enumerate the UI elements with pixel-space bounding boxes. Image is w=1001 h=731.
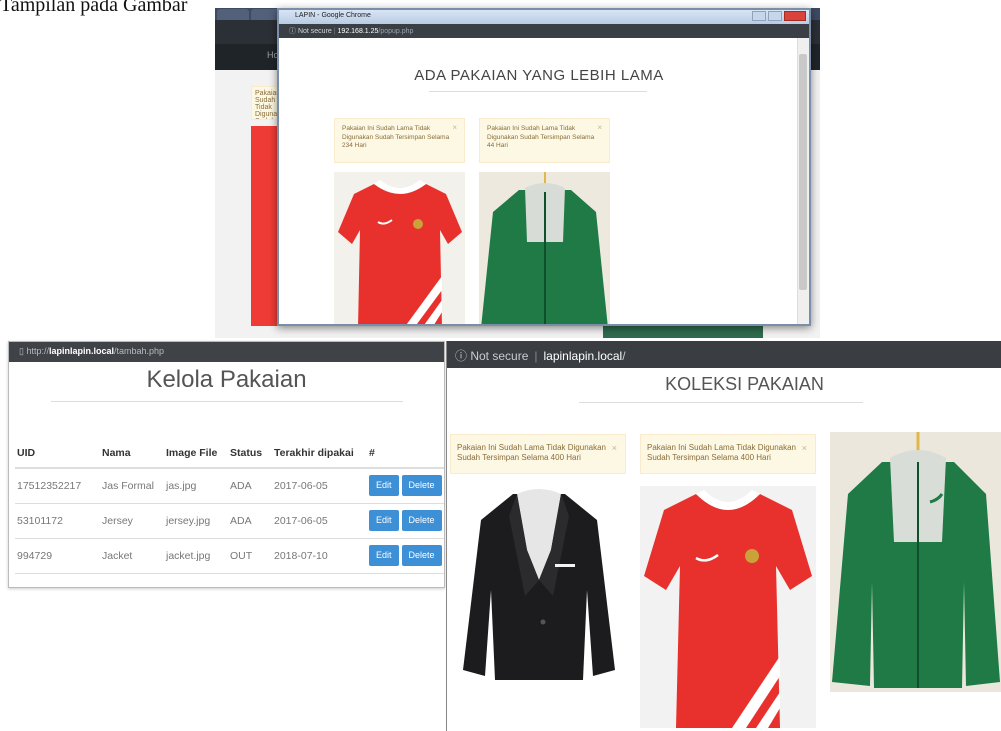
minimize-button[interactable] <box>752 11 766 21</box>
cell-nama: Jacket <box>100 538 164 574</box>
green-jacket-image <box>479 172 610 324</box>
green-jacket-image <box>830 432 1001 692</box>
page-heading: KOLEKSI PAKAIAN <box>665 374 824 394</box>
close-icon[interactable]: × <box>452 123 457 133</box>
security-label: Not secure <box>297 28 332 35</box>
popup-address-bar[interactable]: ⓘ Not secure | 192.168.1.25/popup.php <box>279 24 809 38</box>
alert-text: Pakaian Ini Sudah Lama Tidak Digunakan S… <box>457 443 606 462</box>
caption-text: Tampilan pada Gambar <box>0 0 188 16</box>
delete-button[interactable]: Delete <box>401 510 442 531</box>
alert-card: Pakaian Ini Sudah Lama Tidak Digunakan S… <box>334 118 465 163</box>
info-icon: ⓘ <box>289 28 298 35</box>
cell-actions: Edit Delete <box>367 538 444 574</box>
maximize-button[interactable] <box>768 11 782 21</box>
address-path: /tambah.php <box>113 346 165 356</box>
popup-window: LAPIN - Google Chrome ⓘ Not secure | 192… <box>277 8 811 326</box>
cell-nama: Jersey <box>100 503 164 539</box>
heading-divider <box>579 402 863 403</box>
column-header-uid: UID <box>15 442 100 469</box>
cell-date: 2018-07-10 <box>272 538 367 574</box>
background-jacket-image <box>603 324 763 338</box>
cell-status: ADA <box>228 503 272 539</box>
popup-scroll-thumb[interactable] <box>799 54 807 290</box>
cell-nama: Jas Formal <box>100 468 164 504</box>
popup-heading: ADA PAKAIAN YANG LEBIH LAMA <box>414 67 664 84</box>
kelola-address-bar[interactable]: ▯ http://lapinlapin.local/tambah.php <box>9 342 444 362</box>
cell-date: 2017-06-05 <box>272 468 367 504</box>
red-jersey-image <box>640 486 816 728</box>
background-tab[interactable] <box>217 9 249 20</box>
alert-card: Pakaian Ini Sudah Lama Tidak Digunakan S… <box>640 434 816 474</box>
koleksi-address-bar[interactable]: ⓘ Not secure | lapinlapin.local/ <box>447 341 1001 368</box>
edit-button[interactable]: Edit <box>369 545 399 566</box>
column-header-nama: Nama <box>100 442 164 469</box>
page-title: Kelola Pakaian <box>146 366 307 393</box>
cell-uid: 994729 <box>15 538 100 574</box>
pakaian-table: UID Nama Image File Status Terakhir dipa… <box>15 442 444 574</box>
address-scheme: http:// <box>26 346 49 356</box>
info-icon: ⓘ <box>455 349 471 363</box>
title-divider <box>51 401 403 402</box>
close-icon[interactable]: × <box>597 123 602 133</box>
column-header-status: Status <box>228 442 272 469</box>
edit-button[interactable]: Edit <box>369 510 399 531</box>
black-blazer-image <box>455 480 623 685</box>
koleksi-pakaian-window: ⓘ Not secure | lapinlapin.local/ KOLEKSI P… <box>446 341 1001 731</box>
cell-uid: 17512352217 <box>15 468 100 504</box>
close-icon[interactable]: × <box>802 443 807 453</box>
alert-card: Pakaian Ini Sudah Lama Tidak Digunakan S… <box>450 434 626 474</box>
cell-status: OUT <box>228 538 272 574</box>
column-header-actions: # <box>367 442 444 469</box>
address-path: /popup.php <box>378 28 414 35</box>
edit-button[interactable]: Edit <box>369 475 399 497</box>
close-icon[interactable]: × <box>612 443 617 453</box>
address-host: lapinlapin.local <box>543 349 623 363</box>
cell-image-file: jersey.jpg <box>164 503 228 539</box>
cell-actions: Edit Delete <box>367 468 444 504</box>
table-row: 17512352217 Jas Formal jas.jpg ADA 2017-… <box>15 468 444 504</box>
popup-title-bar[interactable]: LAPIN - Google Chrome <box>279 10 809 24</box>
cell-image-file: jacket.jpg <box>164 538 228 574</box>
alert-text: Pakaian Ini Sudah Lama Tidak Digunakan S… <box>342 125 450 149</box>
cell-actions: Edit Delete <box>367 503 444 539</box>
alert-text: Pakaian Ini Sudah Lama Tidak Digunakan S… <box>487 125 595 149</box>
table-row: 994729 Jacket jacket.jpg OUT 2018-07-10 … <box>15 538 444 574</box>
column-header-image-file: Image File <box>164 442 228 469</box>
alert-card: Pakaian Ini Sudah Lama Tidak Digunakan S… <box>479 118 610 163</box>
kelola-pakaian-window: ▯ http://lapinlapin.local/tambah.php Kel… <box>8 341 445 588</box>
address-host: 192.168.1.25 <box>337 28 379 35</box>
red-jersey-image <box>334 172 465 324</box>
cell-status: ADA <box>228 468 272 504</box>
cell-image-file: jas.jpg <box>164 468 228 504</box>
cell-date: 2017-06-05 <box>272 503 367 539</box>
column-header-terakhir-dipakai: Terakhir dipakai <box>272 442 367 469</box>
heading-divider <box>429 91 647 92</box>
delete-button[interactable]: Delete <box>401 545 442 566</box>
address-host: lapinlapin.local <box>48 346 114 356</box>
delete-button[interactable]: Delete <box>401 475 442 497</box>
table-row: 53101172 Jersey jersey.jpg ADA 2017-06-0… <box>15 503 444 539</box>
popup-window-title: LAPIN - Google Chrome <box>295 12 371 19</box>
cell-uid: 53101172 <box>15 503 100 539</box>
security-label: Not secure <box>470 349 529 363</box>
alert-text: Pakaian Ini Sudah Lama Tidak Digunakan S… <box>647 443 796 462</box>
close-window-button[interactable] <box>784 11 806 21</box>
address-path: / <box>622 349 626 363</box>
table-header-row: UID Nama Image File Status Terakhir dipa… <box>15 442 444 469</box>
